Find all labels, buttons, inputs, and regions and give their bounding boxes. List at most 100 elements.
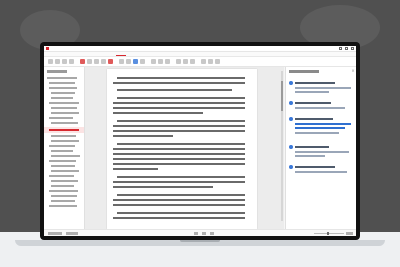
text-line [117,176,245,178]
avatar-icon [289,145,293,149]
maximize-icon[interactable] [345,47,348,50]
sidebar-item[interactable] [51,180,78,182]
sidebar-item[interactable] [51,195,77,197]
toolbar-button[interactable] [176,59,181,64]
zoom-slider[interactable] [314,233,344,234]
tab-2[interactable] [116,52,126,56]
sidebar-item[interactable] [51,92,75,94]
comment-card[interactable] [289,145,353,159]
sidebar-item[interactable] [51,97,73,99]
comment-line [295,132,339,134]
text-line [113,112,203,114]
text-line [113,158,245,160]
toolbar-button[interactable] [108,59,113,64]
page-info [48,232,62,235]
view-mode-button[interactable] [202,232,206,235]
toolbar-button[interactable] [94,59,99,64]
tab-6[interactable] [164,52,174,56]
text-line [117,77,245,79]
text-line [113,163,245,165]
tab-1[interactable] [104,52,114,56]
vertical-scrollbar[interactable] [281,71,283,221]
status-bar [44,229,356,236]
sidebar-item[interactable] [49,102,79,104]
toolbar-button[interactable] [126,59,131,64]
tab-4[interactable] [140,52,150,56]
view-mode-button[interactable] [194,232,198,235]
toolbar-button[interactable] [48,59,53,64]
text-line [117,120,245,122]
text-line [113,125,245,127]
toolbar-button[interactable] [55,59,60,64]
sidebar-item[interactable] [49,82,75,84]
text-line [113,102,245,104]
toolbar-button[interactable] [119,59,124,64]
text-line [113,135,173,137]
sidebar-item[interactable] [51,150,73,152]
text-line [113,153,245,155]
sidebar-item[interactable] [47,77,77,79]
text-line [113,199,245,201]
sidebar-item[interactable] [51,107,77,109]
close-icon[interactable] [351,47,354,50]
toolbar-button[interactable] [165,59,170,64]
toolbar-button[interactable] [101,59,106,64]
toolbar-button[interactable] [190,59,195,64]
sidebar-item-active[interactable] [49,129,79,131]
sidebar-item[interactable] [49,87,77,89]
sidebar-item[interactable] [49,117,73,119]
toolbar-button[interactable] [215,59,220,64]
toolbar [44,57,356,67]
toolbar-button[interactable] [201,59,206,64]
document-page[interactable] [107,69,257,229]
view-mode-button[interactable] [210,232,214,235]
toolbar-button[interactable] [158,59,163,64]
panel-close-icon[interactable]: × [351,69,355,73]
text-line [117,143,245,145]
sidebar-item[interactable] [51,112,79,114]
toolbar-button[interactable] [208,59,213,64]
comment-card[interactable] [289,81,353,95]
sidebar-heading [47,70,67,73]
text-line [117,212,245,214]
sidebar-item[interactable] [49,160,76,162]
panel-heading [289,70,319,73]
comment-line [295,155,325,157]
comment-line [295,82,335,84]
tab-3[interactable] [128,52,138,56]
sidebar-item[interactable] [49,190,78,192]
comment-card[interactable] [289,117,353,139]
sidebar-item[interactable] [49,175,74,177]
sidebar-item[interactable] [51,170,79,172]
scrollbar-thumb[interactable] [281,81,283,111]
toolbar-button[interactable] [183,59,188,64]
avatar-icon [289,101,293,105]
sidebar-item[interactable] [51,185,74,187]
sidebar-item[interactable] [49,205,77,207]
toolbar-button[interactable] [151,59,156,64]
sidebar-item[interactable] [49,145,75,147]
sidebar-item[interactable] [51,155,80,157]
sidebar-item[interactable] [51,140,79,142]
sidebar-item[interactable] [51,135,76,137]
toolbar-button[interactable] [140,59,145,64]
tab-5[interactable] [152,52,162,56]
comment-line [295,146,329,148]
toolbar-button[interactable] [69,59,74,64]
text-line [113,130,245,132]
comment-line [295,102,331,104]
sidebar-item[interactable] [51,122,78,124]
zoom-slider-handle[interactable] [327,232,329,235]
sidebar-item[interactable] [51,200,75,202]
text-line [113,107,245,109]
comment-card[interactable] [289,101,353,111]
toolbar-button[interactable] [62,59,67,64]
toolbar-button[interactable] [133,59,138,64]
minimize-icon[interactable] [339,47,342,50]
comment-line [295,151,349,153]
comment-card[interactable] [289,165,353,179]
toolbar-button[interactable] [87,59,92,64]
document-canvas [85,67,284,229]
sidebar-item[interactable] [51,165,75,167]
toolbar-button[interactable] [80,59,85,64]
